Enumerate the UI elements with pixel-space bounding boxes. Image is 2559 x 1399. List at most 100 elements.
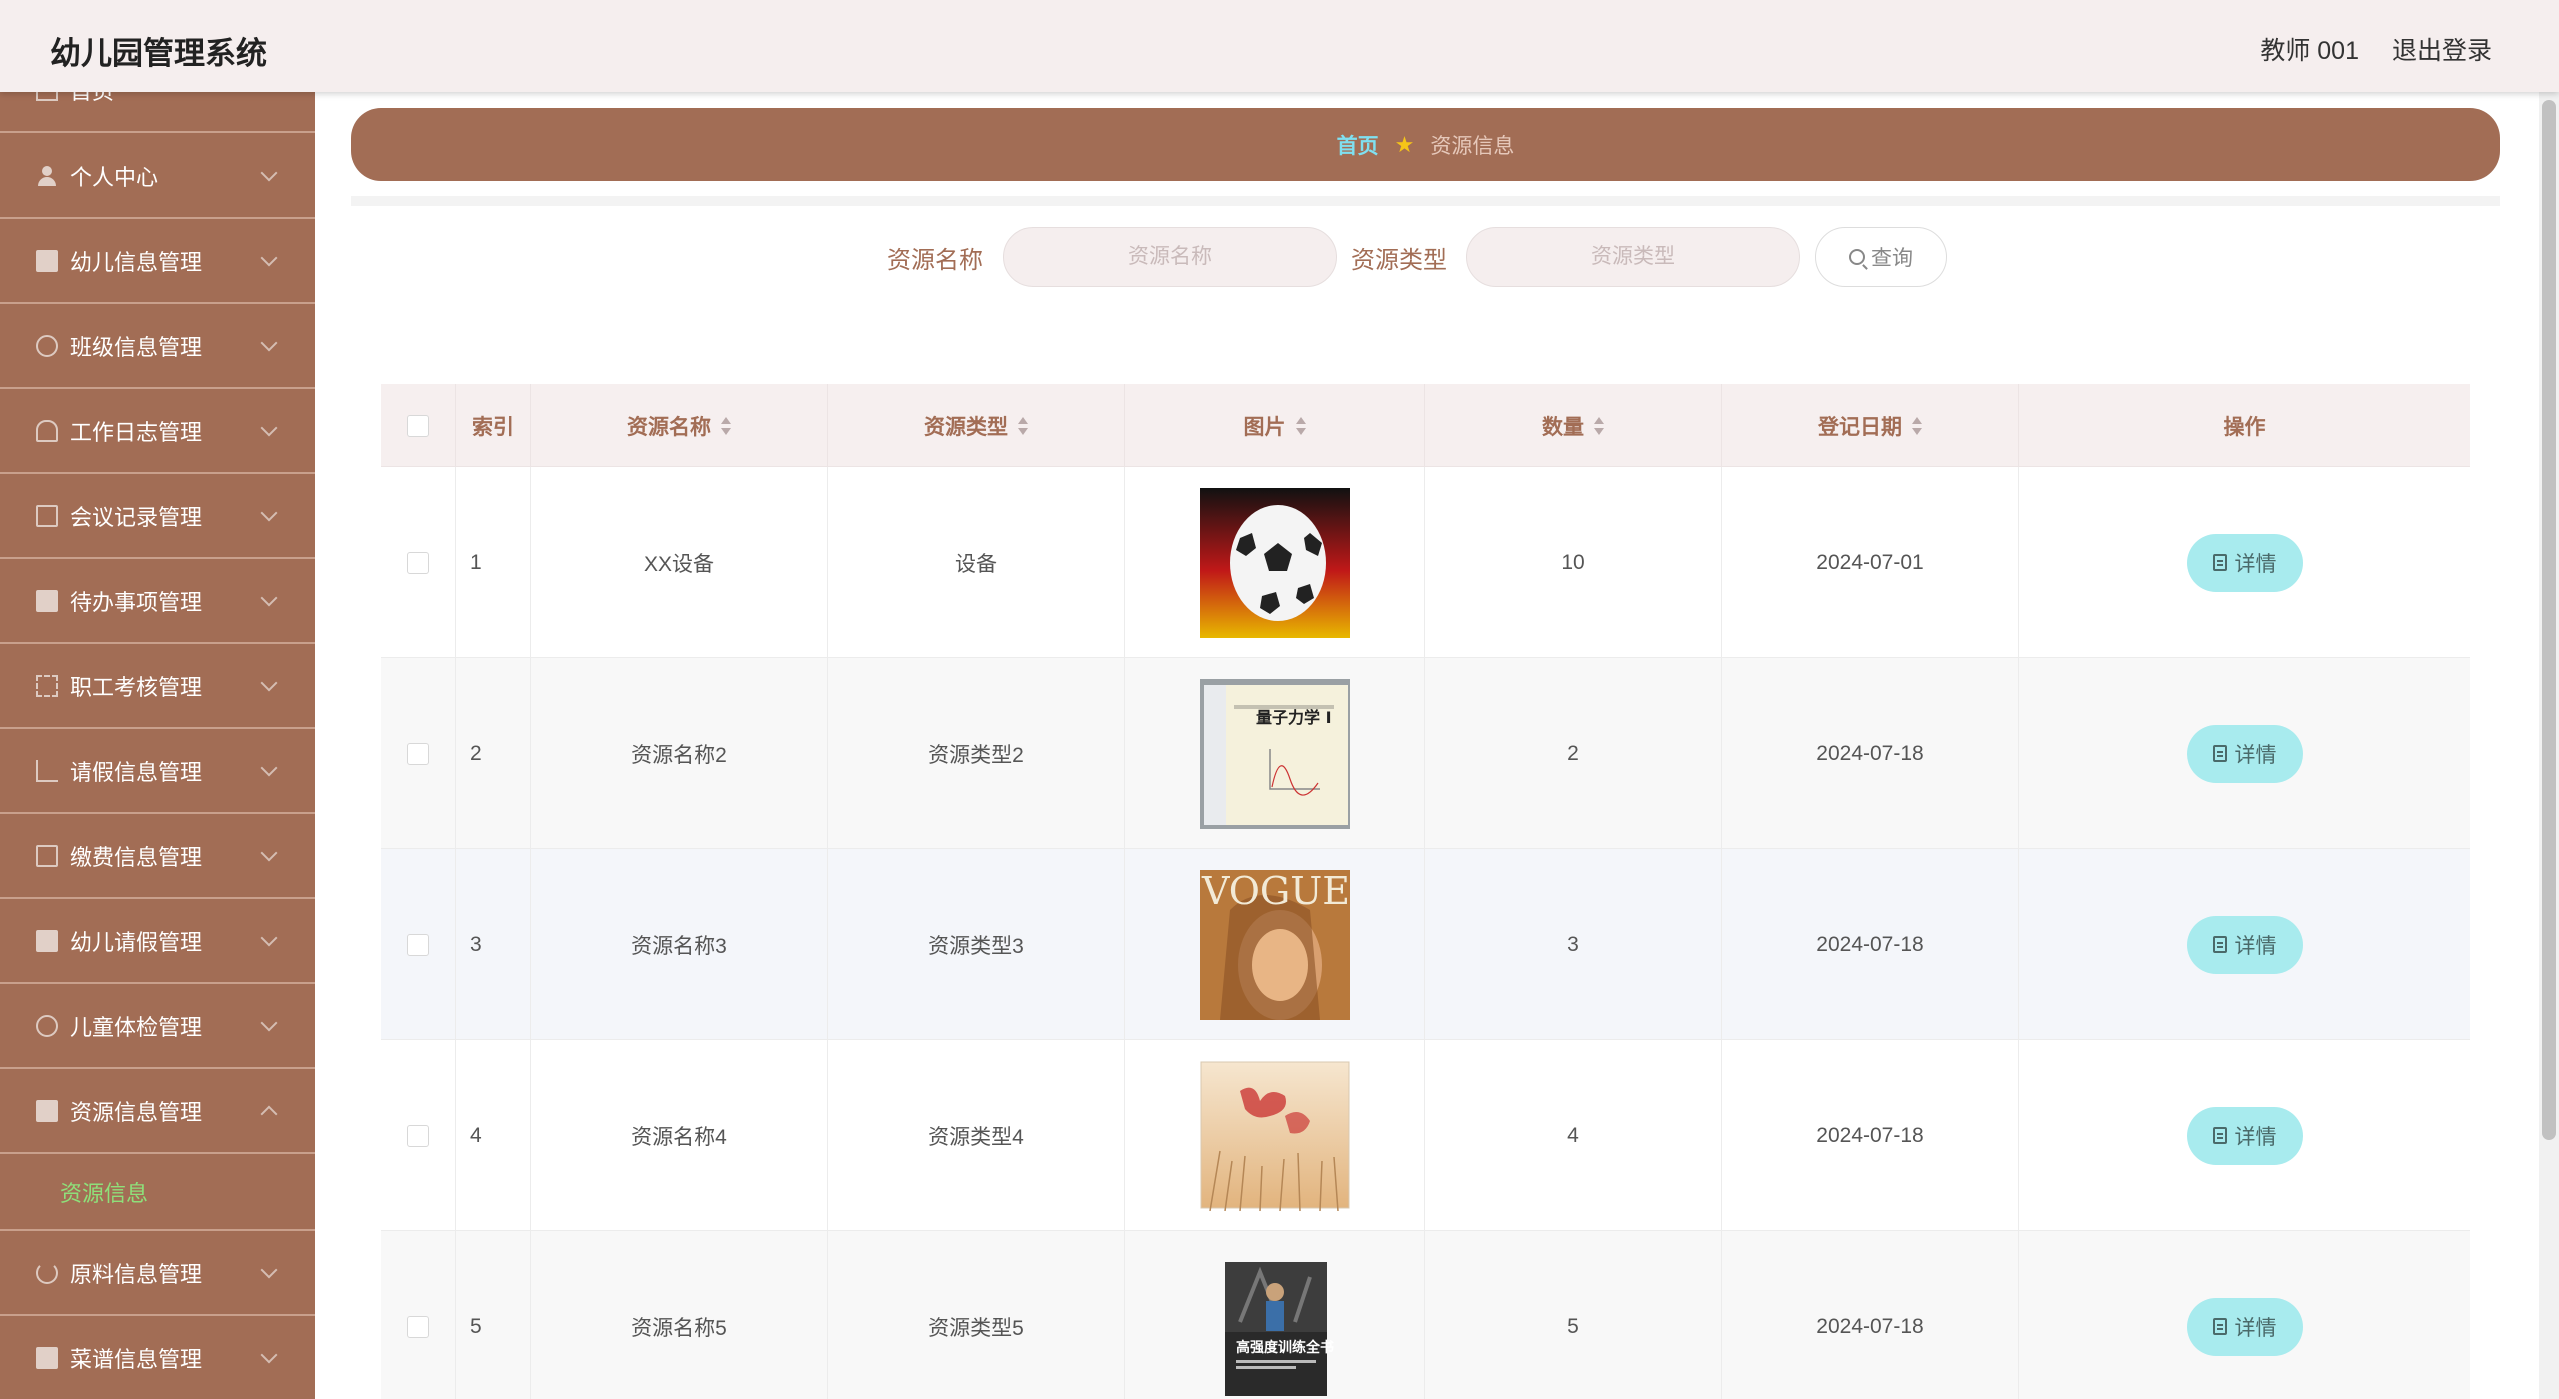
svg-text:量子力学 I: 量子力学 I bbox=[1256, 708, 1332, 727]
top-header: 幼儿园管理系统 教师 001 退出登录 bbox=[0, 0, 2559, 92]
sort-icon[interactable] bbox=[1594, 416, 1604, 435]
sort-icon[interactable] bbox=[1295, 416, 1306, 435]
chevron-down-icon bbox=[260, 1346, 278, 1363]
detail-button[interactable]: 详情 bbox=[2186, 724, 2303, 783]
row-checkbox[interactable] bbox=[407, 1315, 429, 1338]
table-row: 1 XX设备 设备 10 2024-07-01 详情 bbox=[381, 467, 2470, 658]
chart-icon bbox=[36, 759, 58, 782]
sidebar-item-ingredients[interactable]: 原料信息管理 bbox=[0, 1231, 315, 1316]
cell-image bbox=[1125, 1040, 1425, 1231]
sidebar-item-resource-info[interactable]: 资源信息管理 bbox=[0, 1069, 315, 1154]
chevron-down-icon bbox=[260, 759, 278, 776]
search-button[interactable]: 查询 bbox=[1815, 227, 1947, 287]
table-row: 5 资源名称5 资源类型5 高强度训练全书 5 2024-07-18 详情 bbox=[381, 1231, 2470, 1399]
flower-book-image[interactable] bbox=[1200, 1061, 1350, 1211]
cell-index: 5 bbox=[456, 1231, 531, 1399]
sort-icon[interactable] bbox=[1018, 416, 1028, 435]
chevron-down-icon bbox=[260, 419, 278, 436]
sidebar-item-label: 请假信息管理 bbox=[70, 759, 203, 785]
scrollbar-thumb[interactable] bbox=[2542, 100, 2556, 1140]
power-icon bbox=[36, 1261, 58, 1284]
table-row: 3 资源名称3 资源类型3 VOGUE 3 2024-07-18 详情 bbox=[381, 849, 2470, 1040]
svg-text:VOGUE: VOGUE bbox=[1201, 870, 1350, 913]
sidebar-item-child-leave[interactable]: 幼儿请假管理 bbox=[0, 899, 315, 984]
chevron-down-icon bbox=[260, 1014, 278, 1031]
sidebar-item-label: 工作日志管理 bbox=[70, 419, 203, 445]
column-header-image[interactable]: 图片 bbox=[1125, 384, 1425, 467]
soccer-ball-image[interactable] bbox=[1199, 487, 1350, 638]
cell-date: 2024-07-18 bbox=[1722, 1231, 2019, 1399]
app-title: 幼儿园管理系统 bbox=[50, 36, 267, 71]
chevron-down-icon bbox=[260, 844, 278, 861]
search-icon bbox=[1849, 249, 1865, 265]
cell-image: 量子力学 I bbox=[1125, 658, 1425, 849]
column-header-name[interactable]: 资源名称 bbox=[531, 384, 828, 467]
quantum-mechanics-book-image[interactable]: 量子力学 I bbox=[1199, 678, 1350, 829]
cell-type: 资源类型4 bbox=[828, 1040, 1125, 1231]
cell-name: 资源名称3 bbox=[531, 849, 828, 1040]
sidebar-item-home[interactable]: 首页 bbox=[0, 92, 315, 133]
sidebar-item-label: 待办事项管理 bbox=[70, 589, 203, 615]
cell-image: 高强度训练全书 bbox=[1125, 1231, 1425, 1399]
column-header-index: 索引 bbox=[456, 384, 531, 467]
checkbox-icon bbox=[36, 589, 58, 612]
resource-type-input[interactable] bbox=[1466, 227, 1800, 287]
search-name-label: 资源名称 bbox=[887, 247, 983, 274]
page-scrollbar[interactable] bbox=[2539, 92, 2559, 1399]
row-checkbox[interactable] bbox=[407, 933, 429, 956]
column-header-type[interactable]: 资源类型 bbox=[828, 384, 1125, 467]
chevron-down-icon bbox=[260, 929, 278, 946]
sidebar-item-work-log[interactable]: 工作日志管理 bbox=[0, 389, 315, 474]
cell-quantity: 10 bbox=[1425, 467, 1722, 658]
cell-date: 2024-07-18 bbox=[1722, 658, 2019, 849]
sidebar-item-class-info[interactable]: 班级信息管理 bbox=[0, 304, 315, 389]
cell-name: XX设备 bbox=[531, 467, 828, 658]
cell-quantity: 3 bbox=[1425, 849, 1722, 1040]
sidebar-item-personal-center[interactable]: 个人中心 bbox=[0, 134, 315, 219]
sidebar-item-payment-info[interactable]: 缴费信息管理 bbox=[0, 814, 315, 899]
sidebar-item-meeting-records[interactable]: 会议记录管理 bbox=[0, 474, 315, 559]
column-header-date[interactable]: 登记日期 bbox=[1722, 384, 2019, 467]
logout-link[interactable]: 退出登录 bbox=[2392, 31, 2492, 67]
document-icon bbox=[2212, 1127, 2227, 1144]
select-all-checkbox[interactable] bbox=[407, 414, 429, 437]
breadcrumb-home[interactable]: 首页 bbox=[1337, 130, 1379, 160]
row-checkbox[interactable] bbox=[407, 742, 429, 765]
column-header-quantity[interactable]: 数量 bbox=[1425, 384, 1722, 467]
cell-date: 2024-07-01 bbox=[1722, 467, 2019, 658]
cell-index: 1 bbox=[456, 467, 531, 658]
sidebar-item-leave-info[interactable]: 请假信息管理 bbox=[0, 729, 315, 814]
sidebar-item-label: 缴费信息管理 bbox=[70, 844, 203, 870]
training-book-image[interactable]: 高强度训练全书 bbox=[1199, 1251, 1350, 1399]
detail-button[interactable]: 详情 bbox=[2186, 533, 2303, 592]
vogue-magazine-image[interactable]: VOGUE bbox=[1199, 869, 1350, 1020]
search-bar: 资源名称 资源类型 查询 bbox=[0, 227, 2559, 287]
chevron-down-icon bbox=[260, 589, 278, 606]
cell-type: 资源类型2 bbox=[828, 658, 1125, 849]
sidebar-item-label: 个人中心 bbox=[70, 164, 159, 190]
sidebar-item-recipes[interactable]: 菜谱信息管理 bbox=[0, 1316, 315, 1399]
table-row: 2 资源名称2 资源类型2 量子力学 I 2 2024-07-18 详情 bbox=[381, 658, 2470, 849]
sort-icon[interactable] bbox=[1912, 416, 1922, 435]
breadcrumb: 首页 ★ 资源信息 bbox=[351, 108, 2500, 181]
detail-button[interactable]: 详情 bbox=[2186, 915, 2303, 974]
detail-button[interactable]: 详情 bbox=[2186, 1297, 2303, 1356]
chevron-down-icon bbox=[260, 334, 278, 351]
sidebar-item-staff-assessment[interactable]: 职工考核管理 bbox=[0, 644, 315, 729]
sidebar-item-health-check[interactable]: 儿童体检管理 bbox=[0, 984, 315, 1069]
sidebar-item-label: 原料信息管理 bbox=[70, 1261, 203, 1287]
row-checkbox[interactable] bbox=[407, 1124, 429, 1147]
frame-icon bbox=[36, 674, 58, 697]
row-checkbox[interactable] bbox=[407, 551, 429, 574]
chevron-down-icon bbox=[260, 674, 278, 691]
cell-index: 3 bbox=[456, 849, 531, 1040]
sidebar-subitem-resource-info[interactable]: 资源信息 bbox=[0, 1154, 315, 1231]
sidebar: 首页 个人中心 幼儿信息管理 班级信息管理 工作日志管理 会议记录管理 待办事项… bbox=[0, 92, 315, 1399]
globe-icon bbox=[36, 1014, 58, 1037]
sort-icon[interactable] bbox=[721, 416, 731, 435]
detail-button[interactable]: 详情 bbox=[2186, 1106, 2303, 1165]
monitor-icon bbox=[36, 1346, 58, 1369]
sidebar-item-todo[interactable]: 待办事项管理 bbox=[0, 559, 315, 644]
cell-type: 设备 bbox=[828, 467, 1125, 658]
resource-name-input[interactable] bbox=[1003, 227, 1337, 287]
